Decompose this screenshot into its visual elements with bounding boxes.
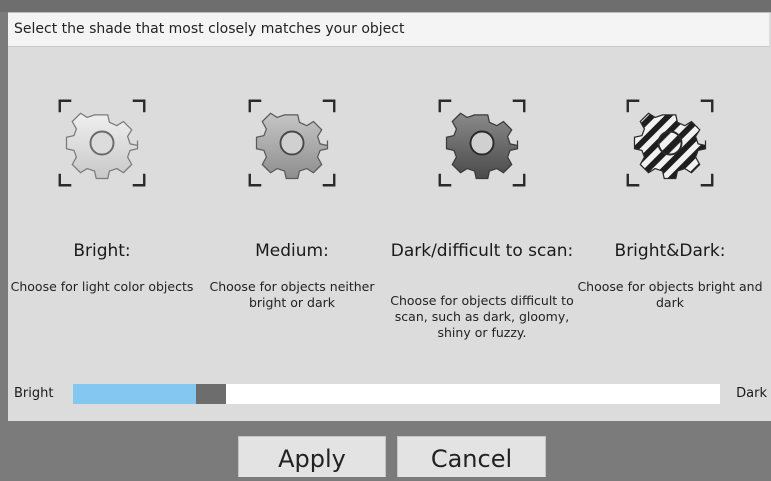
option-bright-description: Choose for light color objects — [10, 279, 194, 294]
option-bright-name: Bright: — [73, 241, 131, 261]
option-dark-name: Dark/difficult to scan: — [390, 241, 574, 261]
apply-button[interactable]: Apply — [238, 436, 386, 477]
slider-fill — [73, 384, 196, 404]
option-medium-name: Medium: — [255, 241, 329, 261]
option-bright-dark-description: Choose for objects bright and dark — [577, 279, 763, 310]
slider-dark-label: Dark — [736, 386, 767, 401]
cancel-button[interactable]: Cancel — [397, 436, 546, 477]
gear-medium-icon[interactable] — [244, 95, 340, 191]
gear-bright-icon[interactable] — [54, 95, 150, 191]
gear-striped-icon[interactable] — [622, 95, 718, 191]
slider-bright-label: Bright — [14, 386, 54, 401]
gear-dark-icon[interactable] — [434, 95, 530, 191]
option-bright-dark-name: Bright&Dark: — [614, 241, 726, 261]
slider-handle[interactable] — [196, 384, 226, 404]
shade-selection-dialog: Select the shade that most closely match… — [8, 12, 771, 421]
shade-slider: Bright Dark — [8, 382, 771, 406]
option-dark-description: Choose for objects difficult to scan, su… — [390, 293, 574, 340]
slider-track[interactable] — [73, 384, 720, 404]
dialog-title: Select the shade that most closely match… — [8, 13, 769, 47]
window-top-bar — [0, 0, 771, 12]
option-medium-description: Choose for objects neither bright or dar… — [209, 279, 375, 310]
shade-options: Bright: Choose for light color objects M… — [8, 47, 771, 377]
